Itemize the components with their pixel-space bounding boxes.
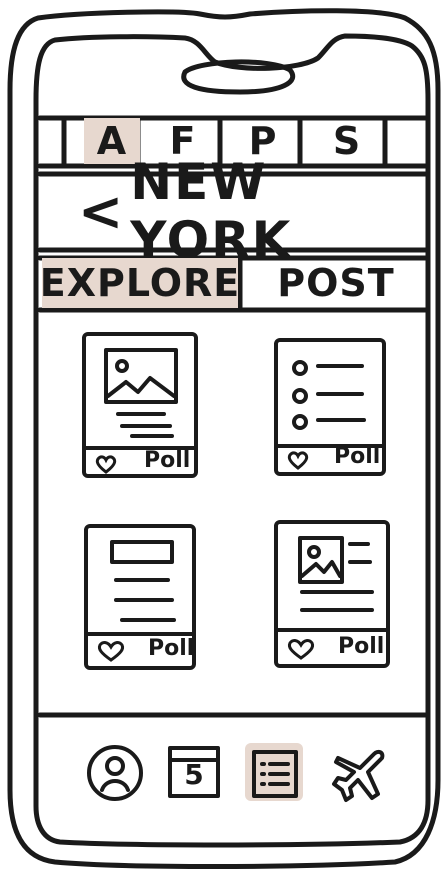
city-title: NEW YORK [130,153,293,269]
poll-button[interactable]: Poll [144,448,190,473]
calendar-icon[interactable]: 5 [166,744,222,800]
list-icon[interactable] [250,748,300,800]
profile-icon[interactable] [84,742,146,804]
post-card[interactable]: Poll [80,330,200,480]
segment-explore[interactable]: EXPLORE [40,258,239,308]
poll-button[interactable]: Poll [334,444,380,469]
heart-icon[interactable] [96,640,126,662]
heart-icon[interactable] [94,454,118,474]
airplane-icon[interactable] [330,744,390,804]
heart-icon[interactable] [286,638,316,660]
segmented-control: EXPLORE POST [40,258,430,308]
back-button[interactable]: < [78,180,124,243]
post-card[interactable]: Poll [272,518,392,670]
poll-button[interactable]: Poll [338,634,384,659]
poll-button[interactable]: Poll [148,636,194,661]
calendar-day: 5 [184,758,204,791]
post-card[interactable]: Poll [82,522,198,672]
segment-post[interactable]: POST [242,258,430,308]
heart-icon[interactable] [286,450,310,470]
post-card[interactable]: Poll [272,336,388,478]
city-header: < NEW YORK [42,153,430,269]
